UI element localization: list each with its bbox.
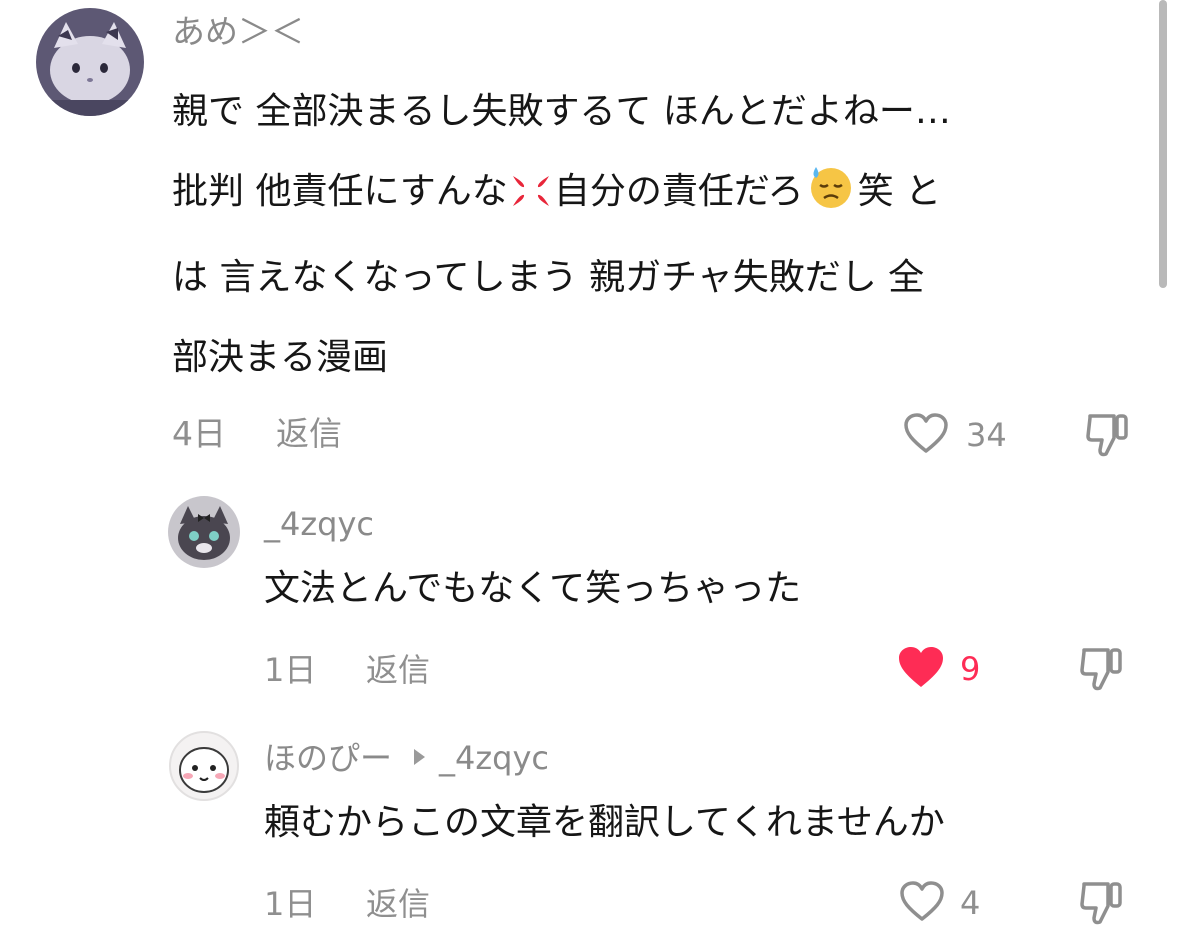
comment-text-segment: 笑 と: [857, 171, 942, 212]
comment-text: 親で 全部決まるし失敗するて ほんとだよねー… 批判 他責任にすんな 自分の責任だ…: [172, 72, 1152, 398]
comment-text-line: 部決まる漫画: [172, 337, 389, 378]
avatar-character-image: [168, 730, 240, 802]
dislike-button[interactable]: [1078, 878, 1126, 932]
like-button[interactable]: 9: [896, 646, 980, 692]
comment-timestamp: 1日: [264, 651, 317, 689]
dislike-button[interactable]: [1078, 644, 1126, 698]
comment-text-line: は 言えなくなってしまう 親ガチャ失敗だし 全: [172, 257, 925, 298]
thumbs-down-icon: [1084, 414, 1132, 464]
comment-timestamp: 1日: [264, 885, 317, 923]
comment-text: 頼むからこの文章を翻訳してくれませんか: [264, 802, 945, 843]
comment-username[interactable]: ほのぴー: [264, 739, 392, 777]
comment-username[interactable]: あめ＞＜: [172, 12, 304, 52]
reply-arrow-icon: [414, 749, 426, 765]
like-button[interactable]: 34: [902, 412, 1007, 458]
comment-username[interactable]: _4zqyc: [264, 504, 374, 544]
dislike-button[interactable]: [1084, 410, 1132, 464]
avatar-kitten-image: [36, 8, 144, 116]
reply-to-username[interactable]: _4zqyc: [439, 739, 549, 777]
reply-button[interactable]: 返信: [276, 414, 342, 454]
scrollbar[interactable]: [1159, 0, 1167, 288]
anger-symbol-icon: [510, 158, 552, 238]
avatar[interactable]: [36, 8, 144, 116]
like-count: 9: [960, 650, 981, 688]
comment-timestamp: 4日: [172, 414, 226, 453]
heart-filled-icon: [896, 644, 946, 694]
avatar-cat-image: [168, 496, 240, 568]
downcast-face-with-sweat-icon: [806, 158, 856, 238]
thumbs-down-icon: [1078, 882, 1126, 932]
reply-button[interactable]: 返信: [366, 650, 430, 690]
like-count: 34: [966, 416, 1007, 454]
avatar[interactable]: [168, 730, 240, 802]
comment-text: 文法とんでもなくて笑っちゃった: [264, 568, 802, 609]
thumbs-down-icon: [1078, 648, 1126, 698]
comment-text-segment: 自分の責任だろ: [553, 171, 804, 212]
heart-outline-icon: [902, 411, 950, 459]
like-count: 4: [960, 884, 981, 922]
like-button[interactable]: 4: [898, 880, 980, 926]
comment-text-segment: 批判 他責任にすんな: [172, 171, 508, 212]
reply-button[interactable]: 返信: [366, 884, 430, 924]
avatar[interactable]: [168, 496, 240, 568]
comment-text-line: 親で 全部決まるし失敗するて ほんとだよねー…: [172, 91, 951, 132]
heart-outline-icon: [898, 879, 946, 927]
comment-username-line: ほのぴー _4zqyc: [264, 738, 549, 778]
